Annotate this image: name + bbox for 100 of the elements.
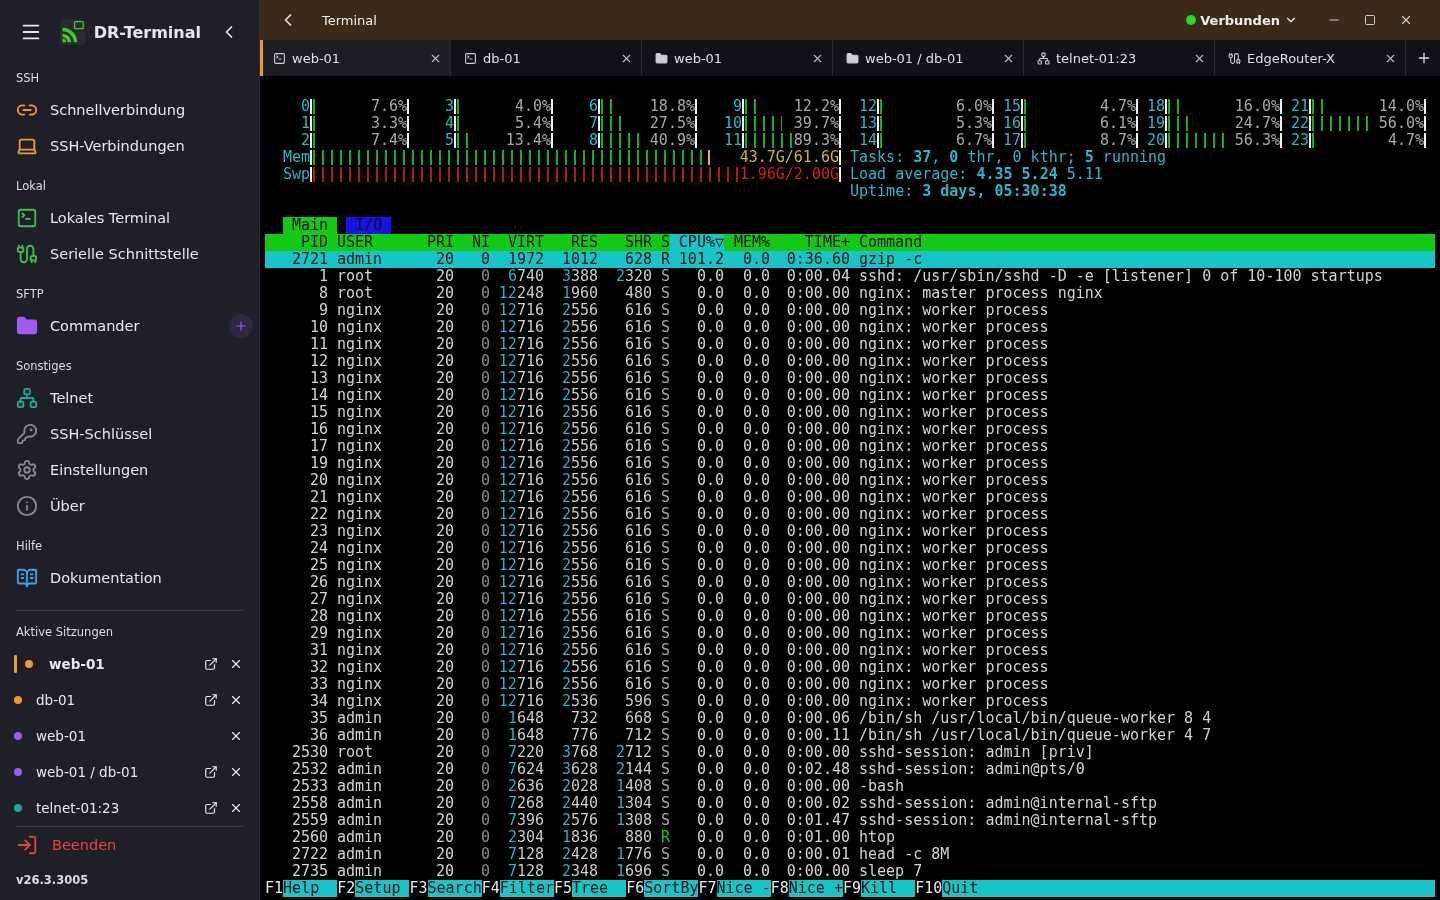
- process-row[interactable]: 10 nginx 20 0 12716 2556 616 S 0.0 0.0 0:00.00 nginx: worker process: [265, 319, 1435, 336]
- function-key[interactable]: F6SortBy: [626, 880, 699, 897]
- process-row[interactable]: 25 nginx 20 0 12716 2556 616 S 0.0 0.0 0:00.00 nginx: worker process: [265, 557, 1435, 574]
- column-header[interactable]: PID: [265, 234, 328, 251]
- state-cell-text: S: [659, 489, 670, 506]
- session-item[interactable]: web-01 / db-01: [0, 754, 259, 790]
- column-header[interactable]: MEM%: [724, 234, 770, 251]
- time-cell-text: 0:00.00: [785, 693, 850, 710]
- state-cell-text: S: [659, 472, 670, 489]
- nav-item[interactable]: SSH-Schlüssel: [0, 416, 259, 452]
- process-row[interactable]: 11 nginx 20 0 12716 2556 616 S 0.0 0.0 0:00.00 nginx: worker process: [265, 336, 1435, 353]
- cpu-label: 4: [443, 115, 454, 132]
- process-row[interactable]: 24 nginx 20 0 12716 2556 616 S 0.0 0.0 0:00.00 nginx: worker process: [265, 540, 1435, 557]
- session-item[interactable]: web-01: [0, 646, 259, 682]
- popout-button[interactable]: [204, 693, 218, 707]
- view-tab[interactable]: Main: [283, 217, 338, 234]
- process-row[interactable]: 22 nginx 20 0 12716 2556 616 S 0.0 0.0 0:00.00 nginx: worker process: [265, 506, 1435, 523]
- close-button[interactable]: [229, 693, 243, 707]
- app-title: DR-Terminal: [93, 22, 201, 42]
- column-header[interactable]: RES: [544, 234, 598, 251]
- process-row[interactable]: 9 nginx 20 0 12716 2556 616 S 0.0 0.0 0:00.00 nginx: worker process: [265, 302, 1435, 319]
- session-item[interactable]: web-01: [0, 718, 259, 754]
- popout-button[interactable]: [204, 765, 218, 779]
- quit-button[interactable]: Beenden: [0, 827, 259, 863]
- process-row[interactable]: 33 nginx 20 0 12716 2556 616 S 0.0 0.0 0:00.00 nginx: worker process: [265, 676, 1435, 693]
- process-row[interactable]: 2559 admin 20 0 7396 2576 1308 S 0.0 0.0 0:01.47 sshd-session: admin@internal-sftp: [265, 812, 1435, 829]
- nav-item[interactable]: Einstellungen: [0, 452, 259, 488]
- function-key[interactable]: F4Filter: [481, 880, 554, 897]
- process-row[interactable]: 16 nginx 20 0 12716 2556 616 S 0.0 0.0 0:00.00 nginx: worker process: [265, 421, 1435, 438]
- process-row[interactable]: 2558 admin 20 0 7268 2440 1304 S 0.0 0.0 0:00.02 sshd-session: admin@internal-sftp: [265, 795, 1435, 812]
- process-row[interactable]: 23 nginx 20 0 12716 2556 616 S 0.0 0.0 0:00.00 nginx: worker process: [265, 523, 1435, 540]
- popout-button[interactable]: [204, 657, 218, 671]
- column-header[interactable]: NI: [454, 234, 490, 251]
- process-row[interactable]: 35 admin 20 0 1648 732 668 S 0.0 0.0 0:00.06 /bin/sh /usr/local/bin/queue-worker 8 4: [265, 710, 1435, 727]
- nav-item[interactable]: Commander: [0, 308, 259, 344]
- column-header[interactable]: Command: [850, 234, 1435, 251]
- close-button[interactable]: [229, 801, 243, 815]
- nav-item[interactable]: Serielle Schnittstelle: [0, 236, 259, 272]
- column-header[interactable]: CPU%▽: [670, 234, 724, 251]
- process-row[interactable]: 8 root 20 0 12248 1960 480 S 0.0 0.0 0:00.00 nginx: master process nginx: [265, 285, 1435, 302]
- process-row[interactable]: 13 nginx 20 0 12716 2556 616 S 0.0 0.0 0:00.00 nginx: worker process: [265, 370, 1435, 387]
- process-row[interactable]: 14 nginx 20 0 12716 2556 616 S 0.0 0.0 0:00.00 nginx: worker process: [265, 387, 1435, 404]
- function-key[interactable]: F10Quit: [915, 880, 1435, 897]
- column-header[interactable]: TIME+: [770, 234, 850, 251]
- process-row[interactable]: 2721 admin 20 0 1972 1012 628 R 101.2 0.0 0:36.60 gzip -c: [265, 251, 1435, 268]
- function-key[interactable]: F7Nice -: [698, 880, 771, 897]
- command-cell-text: nginx: worker process: [858, 625, 1050, 642]
- function-key[interactable]: F8Nice +: [770, 880, 843, 897]
- nav-item[interactable]: SSH-Verbindungen: [0, 128, 259, 164]
- function-key[interactable]: F2Setup: [337, 880, 410, 897]
- close-button[interactable]: [229, 729, 243, 743]
- process-row[interactable]: 36 admin 20 0 1648 776 712 S 0.0 0.0 0:00.11 /bin/sh /usr/local/bin/queue-worker 4 7: [265, 727, 1435, 744]
- process-row[interactable]: 34 nginx 20 0 12716 2536 596 S 0.0 0.0 0:00.00 nginx: worker process: [265, 693, 1435, 710]
- column-header[interactable]: SHR: [598, 234, 652, 251]
- nav-item[interactable]: Schnellverbindung: [0, 92, 259, 128]
- function-key[interactable]: F1Help: [265, 880, 338, 897]
- process-row[interactable]: 12 nginx 20 0 12716 2556 616 S 0.0 0.0 0:00.00 nginx: worker process: [265, 353, 1435, 370]
- process-row[interactable]: 31 nginx 20 0 12716 2556 616 S 0.0 0.0 0:00.00 nginx: worker process: [265, 642, 1435, 659]
- process-row[interactable]: 1 root 20 0 6740 3388 2320 S 0.0 0.0 0:00.04 sshd: /usr/sbin/sshd -D -e [listener] 0 of 10-100 startups: [265, 268, 1435, 285]
- nav-item[interactable]: Telnet: [0, 380, 259, 416]
- process-row[interactable]: 2533 admin 20 0 2636 2028 1408 S 0.0 0.0 0:00.00 -bash: [265, 778, 1435, 795]
- process-row[interactable]: 15 nginx 20 0 12716 2556 616 S 0.0 0.0 0:00.00 nginx: worker process: [265, 404, 1435, 421]
- cpu-cell-text: 0.0: [695, 710, 724, 727]
- session-tab[interactable]: web-01: [260, 40, 451, 76]
- process-row[interactable]: 29 nginx 20 0 12716 2556 616 S 0.0 0.0 0:00.00 nginx: worker process: [265, 625, 1435, 642]
- process-row[interactable]: 28 nginx 20 0 12716 2556 616 S 0.0 0.0 0:00.00 nginx: worker process: [265, 608, 1435, 625]
- session-item[interactable]: telnet-01:23: [0, 790, 259, 826]
- popout-button[interactable]: [204, 801, 218, 815]
- command-cell-text: nginx: master process nginx: [858, 285, 1104, 302]
- session-item[interactable]: db-01: [0, 682, 259, 718]
- column-header[interactable]: PRI: [427, 234, 454, 251]
- process-row[interactable]: 2530 root 20 0 7220 3768 2712 S 0.0 0.0 0:00.00 sshd-session: admin [priv]: [265, 744, 1435, 761]
- process-row[interactable]: 2560 admin 20 0 2304 1836 880 R 0.0 0.0 0:01.00 htop: [265, 829, 1435, 846]
- user-cell-text: admin: [336, 761, 384, 778]
- process-row[interactable]: 2722 admin 20 0 7128 2428 1776 S 0.0 0.0 0:00.01 head -c 8M: [265, 846, 1435, 863]
- process-row[interactable]: 27 nginx 20 0 12716 2556 616 S 0.0 0.0 0:00.00 nginx: worker process: [265, 591, 1435, 608]
- process-row[interactable]: 2532 admin 20 0 7624 3628 2144 S 0.0 0.0 0:02.48 sshd-session: admin@pts/0: [265, 761, 1435, 778]
- column-header[interactable]: VIRT: [490, 234, 544, 251]
- process-row[interactable]: 21 nginx 20 0 12716 2556 616 S 0.0 0.0 0:00.00 nginx: worker process: [265, 489, 1435, 506]
- process-row[interactable]: 2735 admin 20 0 7128 2348 1696 S 0.0 0.0 0:00.00 sleep 7: [265, 863, 1435, 880]
- process-row[interactable]: 32 nginx 20 0 12716 2556 616 S 0.0 0.0 0:00.00 nginx: worker process: [265, 659, 1435, 676]
- column-header[interactable]: S: [652, 234, 670, 251]
- process-row[interactable]: 17 nginx 20 0 12716 2556 616 S 0.0 0.0 0:00.00 nginx: worker process: [265, 438, 1435, 455]
- add-button[interactable]: [229, 314, 253, 338]
- process-row[interactable]: 19 nginx 20 0 12716 2556 616 S 0.0 0.0 0:00.00 nginx: worker process: [265, 455, 1435, 472]
- cpu-cell-text: 0.0: [695, 693, 724, 710]
- pid-cell-text: 2559: [290, 812, 328, 829]
- close-button[interactable]: [229, 765, 243, 779]
- column-header[interactable]: USER: [328, 234, 427, 251]
- nice-cell-text: 0: [479, 285, 490, 302]
- function-key[interactable]: F3Search: [409, 880, 482, 897]
- close-button[interactable]: [229, 657, 243, 671]
- process-row[interactable]: 20 nginx 20 0 12716 2556 616 S 0.0 0.0 0:00.00 nginx: worker process: [265, 472, 1435, 489]
- connection-status[interactable]: Verbunden: [1180, 11, 1304, 29]
- process-row[interactable]: 26 nginx 20 0 12716 2556 616 S 0.0 0.0 0:00.00 nginx: worker process: [265, 574, 1435, 591]
- cpu-cell-text: 0.0: [695, 489, 724, 506]
- nav-item[interactable]: Lokales Terminal: [0, 200, 259, 236]
- nav-item[interactable]: Dokumentation: [0, 560, 259, 596]
- nav-item[interactable]: Über: [0, 488, 259, 524]
- cpu-cell-text: 0.0: [695, 778, 724, 795]
